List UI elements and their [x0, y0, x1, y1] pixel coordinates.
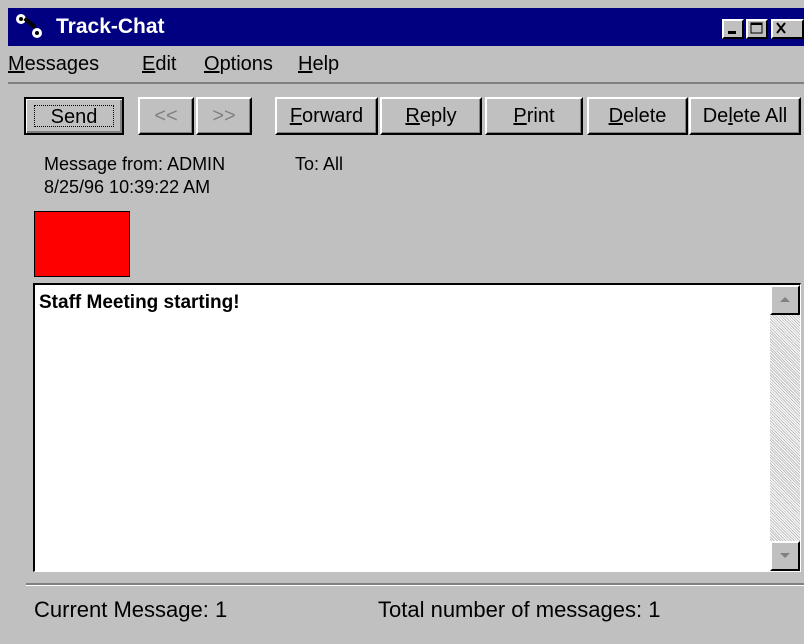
minimize-icon — [728, 31, 736, 34]
menu-edit-mnemonic: E — [142, 53, 156, 75]
message-to: To: All — [295, 153, 343, 175]
reply-label: eply — [419, 105, 457, 127]
next-message-button[interactable]: >> — [196, 97, 252, 135]
forward-button[interactable]: Forward — [275, 97, 378, 135]
previous-message-button[interactable]: << — [138, 97, 194, 135]
next-label: >> — [212, 105, 236, 127]
delete-all-label-pre: De — [702, 105, 729, 127]
menu-messages-label: essages — [24, 53, 100, 75]
total-messages-label: Total number of messages: — [378, 597, 643, 622]
message-sender: ADMIN — [167, 154, 226, 174]
phone-icon — [16, 14, 42, 38]
current-message-label: Current Message: — [34, 597, 209, 622]
menu-options-label: ptions — [219, 53, 273, 75]
total-messages-value: 1 — [648, 597, 661, 622]
delete-all-button[interactable]: Delete All — [689, 97, 801, 135]
send-button-focus: Send — [34, 105, 114, 128]
maximize-button[interactable] — [746, 19, 768, 39]
menu-edit-label: dit — [155, 53, 177, 75]
menu-help-mnemonic: H — [298, 53, 313, 75]
message-recipient: All — [323, 154, 344, 174]
print-button[interactable]: Print — [485, 97, 583, 135]
current-message-value: 1 — [214, 597, 228, 622]
menu-options-mnemonic: O — [204, 53, 220, 75]
delete-button[interactable]: Delete — [587, 97, 688, 135]
message-body-text: Staff Meeting starting! — [39, 292, 240, 313]
message-from: Message from: ADMIN — [44, 153, 225, 175]
forward-mnemonic: F — [289, 105, 303, 127]
close-button[interactable] — [771, 19, 804, 39]
vertical-scrollbar[interactable] — [770, 285, 800, 571]
forward-label: orward — [302, 105, 364, 127]
close-icon — [776, 22, 786, 34]
arrow-up-icon — [780, 297, 790, 302]
arrow-down-icon — [780, 553, 790, 558]
status-divider — [26, 583, 804, 586]
message-color-indicator — [34, 211, 130, 277]
reply-button[interactable]: Reply — [380, 97, 482, 135]
window-title: Track-Chat — [56, 15, 165, 38]
menu-help[interactable]: Help — [298, 51, 339, 77]
send-label: Send — [50, 106, 98, 128]
reply-mnemonic: R — [405, 105, 420, 127]
menu-edit[interactable]: Edit — [142, 51, 176, 77]
minimize-button[interactable] — [722, 19, 744, 39]
delete-all-label-post: ete All — [732, 105, 788, 127]
scroll-down-button[interactable] — [770, 541, 800, 571]
menu-messages[interactable]: Messages — [8, 51, 99, 77]
current-message-status: Current Message: 1 — [34, 597, 227, 623]
message-timestamp: 8/25/96 10:39:22 AM — [44, 177, 211, 197]
menu-options[interactable]: Options — [204, 51, 273, 77]
message-to-label: To: — [295, 154, 320, 174]
send-button[interactable]: Send — [24, 97, 124, 135]
menu-help-label: elp — [312, 53, 340, 75]
message-from-label: Message from: — [44, 154, 164, 174]
message-body-area[interactable]: Staff Meeting starting! — [33, 283, 801, 572]
delete-mnemonic: D — [608, 105, 624, 127]
previous-label: << — [154, 105, 178, 127]
menu-messages-mnemonic: M — [8, 53, 25, 75]
total-messages-status: Total number of messages: 1 — [378, 597, 661, 623]
title-bar[interactable]: Track-Chat — [8, 8, 804, 46]
maximize-icon — [750, 22, 763, 34]
print-mnemonic: P — [513, 105, 527, 127]
menu-bar: Messages Edit Options Help — [8, 46, 804, 84]
scroll-up-button[interactable] — [770, 285, 800, 315]
print-label: rint — [526, 105, 555, 127]
delete-label: elete — [623, 105, 667, 127]
